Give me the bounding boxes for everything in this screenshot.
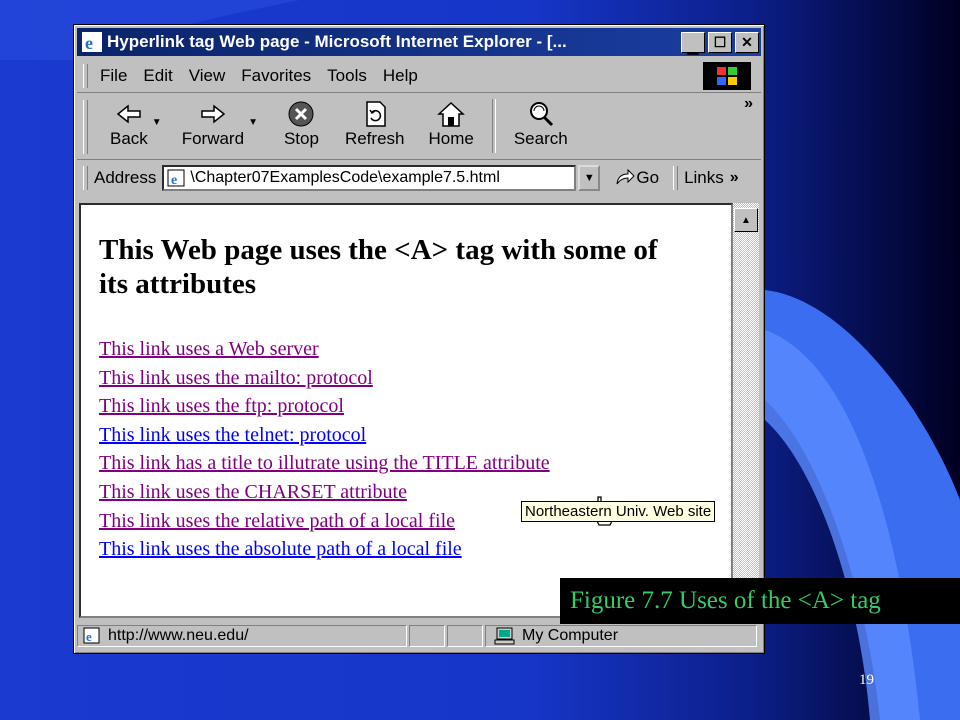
home-icon: [437, 101, 466, 127]
link-mailto[interactable]: This link uses the mailto: protocol: [99, 364, 731, 393]
toolbar-more-icon[interactable]: »: [744, 95, 753, 113]
menu-tools[interactable]: Tools: [327, 66, 367, 86]
back-arrow-icon: [116, 104, 141, 124]
menu-favorites[interactable]: Favorites: [241, 66, 311, 86]
menu-file[interactable]: File: [100, 66, 127, 86]
status-url: http://www.neu.edu/: [108, 627, 249, 644]
svg-text:e: e: [171, 173, 177, 188]
link-ftp[interactable]: This link uses the ftp: protocol: [99, 392, 731, 421]
search-label: Search: [513, 129, 568, 148]
link-web-server[interactable]: This link uses a Web server: [99, 335, 731, 364]
svg-text:e: e: [85, 33, 93, 53]
address-label: Address: [94, 168, 157, 187]
stop-button[interactable]: Stop: [284, 99, 319, 149]
links-button[interactable]: Links: [684, 168, 724, 188]
status-zone: My Computer: [522, 627, 619, 644]
address-grip[interactable]: [83, 166, 88, 190]
address-value: \Chapter07ExamplesCode\example7.5.html: [190, 169, 500, 186]
minimize-button[interactable]: ▁: [681, 31, 705, 54]
address-dropdown-button[interactable]: ▼: [578, 165, 601, 191]
status-panel-3: [447, 625, 483, 647]
chevron-up-icon: ▲: [741, 214, 751, 226]
stop-label: Stop: [283, 129, 319, 148]
link-tooltip: Northeastern Univ. Web site: [521, 501, 716, 522]
stop-icon: [288, 101, 314, 127]
minimize-icon: ▁: [687, 37, 699, 54]
menu-edit[interactable]: Edit: [143, 66, 172, 86]
menu-grip[interactable]: [83, 64, 88, 88]
link-list: This link uses a Web server This link us…: [99, 335, 731, 564]
status-ie-icon: e: [83, 627, 100, 644]
links-grip[interactable]: [673, 166, 679, 190]
close-icon: ✕: [741, 33, 753, 50]
home-button[interactable]: Home: [428, 99, 474, 149]
window-title: Hyperlink tag Web page - Microsoft Inter…: [107, 32, 567, 51]
back-button[interactable]: Back: [110, 99, 148, 149]
status-url-panel: e http://www.neu.edu/: [77, 625, 407, 647]
home-label: Home: [428, 129, 474, 148]
page-ie-icon: e: [167, 169, 185, 188]
address-input[interactable]: e \Chapter07ExamplesCode\example7.5.html: [162, 165, 577, 191]
standard-toolbar: Back ▼ Forward ▼ Stop Refresh Home Searc…: [77, 95, 761, 160]
slide-page-number: 19: [859, 672, 874, 688]
menu-view[interactable]: View: [189, 66, 226, 86]
maximize-button[interactable]: ☐: [708, 31, 732, 53]
address-bar: Address e \Chapter07ExamplesCode\example…: [77, 162, 761, 194]
menu-help[interactable]: Help: [383, 66, 418, 86]
link-absolute-path[interactable]: This link uses the absolute path of a lo…: [99, 535, 731, 564]
windows-logo-icon: [703, 62, 751, 90]
back-label: Back: [110, 129, 148, 148]
links-more-icon[interactable]: »: [730, 169, 739, 187]
back-dropdown-icon[interactable]: ▼: [152, 117, 162, 128]
svg-text:e: e: [86, 629, 92, 644]
go-button[interactable]: Go: [614, 168, 659, 188]
toolbar-grip[interactable]: [83, 100, 88, 154]
link-title-attribute[interactable]: This link has a title to illutrate using…: [99, 449, 731, 478]
search-button[interactable]: Search: [514, 99, 568, 149]
forward-arrow-icon: [201, 104, 226, 124]
toolbar-separator: [491, 99, 496, 153]
vertical-scrollbar[interactable]: ▲: [733, 203, 759, 618]
figure-caption: Figure 7.7 Uses of the <A> tag: [560, 578, 960, 624]
refresh-label: Refresh: [344, 129, 405, 148]
chevron-down-icon: ▼: [583, 172, 595, 184]
title-bar[interactable]: e Hyperlink tag Web page - Microsoft Int…: [77, 28, 761, 56]
forward-dropdown-icon[interactable]: ▼: [248, 117, 258, 128]
go-arrow-icon: [616, 168, 636, 185]
refresh-icon: [365, 101, 386, 127]
status-bar: e http://www.neu.edu/ My Computer: [77, 623, 761, 649]
refresh-button[interactable]: Refresh: [344, 99, 405, 149]
close-button[interactable]: ✕: [735, 31, 759, 53]
menu-bar: File Edit View Favorites Tools Help: [77, 60, 761, 93]
ie-logo-icon: e: [82, 32, 102, 53]
forward-label: Forward: [181, 129, 245, 148]
forward-button[interactable]: Forward: [182, 99, 244, 149]
page-heading: This Web page uses the <A> tag with some…: [99, 234, 658, 300]
status-panel-2: [409, 625, 445, 647]
browser-window: e Hyperlink tag Web page - Microsoft Int…: [73, 24, 765, 654]
maximize-icon: ☐: [713, 33, 727, 50]
page-content: This Web page uses the <A> tag with some…: [79, 203, 733, 618]
search-icon: [529, 102, 553, 127]
scroll-up-button[interactable]: ▲: [734, 208, 758, 232]
status-zone-panel: My Computer: [485, 625, 757, 647]
computer-icon: [494, 627, 515, 645]
go-label: Go: [636, 168, 660, 187]
link-telnet[interactable]: This link uses the telnet: protocol: [99, 421, 731, 450]
